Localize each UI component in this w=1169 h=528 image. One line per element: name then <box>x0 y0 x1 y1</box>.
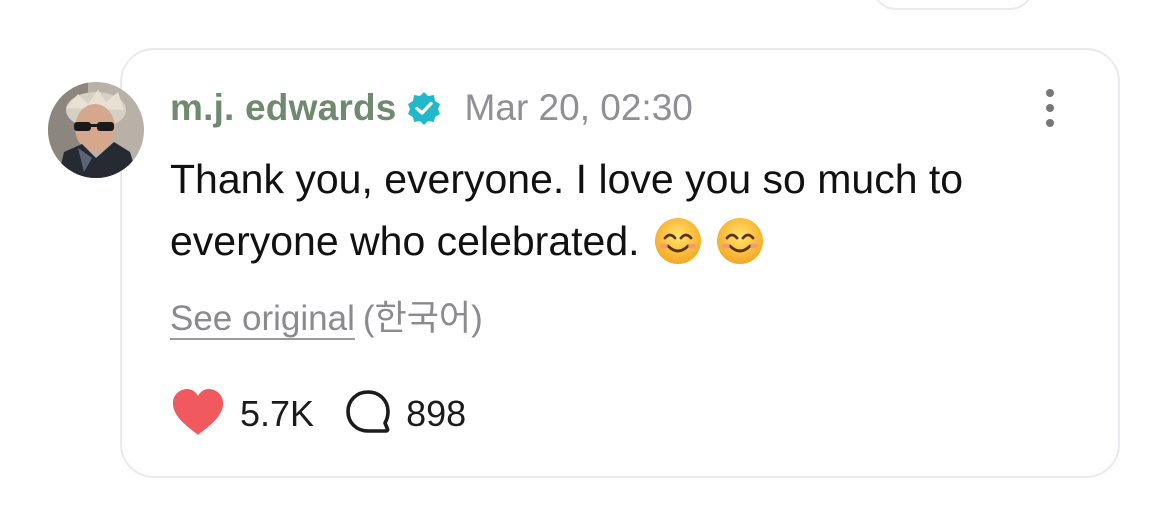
comment-count: 898 <box>406 393 467 434</box>
comment-button[interactable]: 898 <box>344 388 466 441</box>
post-header: m.j. edwards Mar 20, 02:30 <box>170 84 693 132</box>
smiling-face-emoji-icon <box>654 217 702 265</box>
more-options-button[interactable] <box>1030 86 1070 130</box>
like-count: 5.7K <box>240 393 315 434</box>
smiling-face-emoji-icon <box>716 217 764 265</box>
previous-card-edge <box>872 0 1034 10</box>
vertical-ellipsis-icon <box>1046 89 1054 97</box>
post-timestamp: Mar 20, 02:30 <box>464 87 693 128</box>
avatar-image <box>48 82 144 178</box>
post-actions: 5.7K 898 <box>170 388 466 440</box>
author-name[interactable]: m.j. edwards <box>170 87 397 129</box>
speech-bubble-icon <box>344 388 392 441</box>
post-body: Thank you, everyone. I love you so much … <box>170 148 1070 272</box>
heart-icon <box>170 387 226 442</box>
post-text: Thank you, everyone. I love you so much … <box>170 156 964 264</box>
translation-row: See original (한국어) <box>170 290 483 341</box>
verified-badge-icon <box>407 91 441 125</box>
see-original-link[interactable]: See original <box>170 299 355 338</box>
like-button[interactable]: 5.7K <box>170 387 314 442</box>
avatar[interactable] <box>48 82 144 178</box>
original-language: (한국어) <box>362 299 483 338</box>
